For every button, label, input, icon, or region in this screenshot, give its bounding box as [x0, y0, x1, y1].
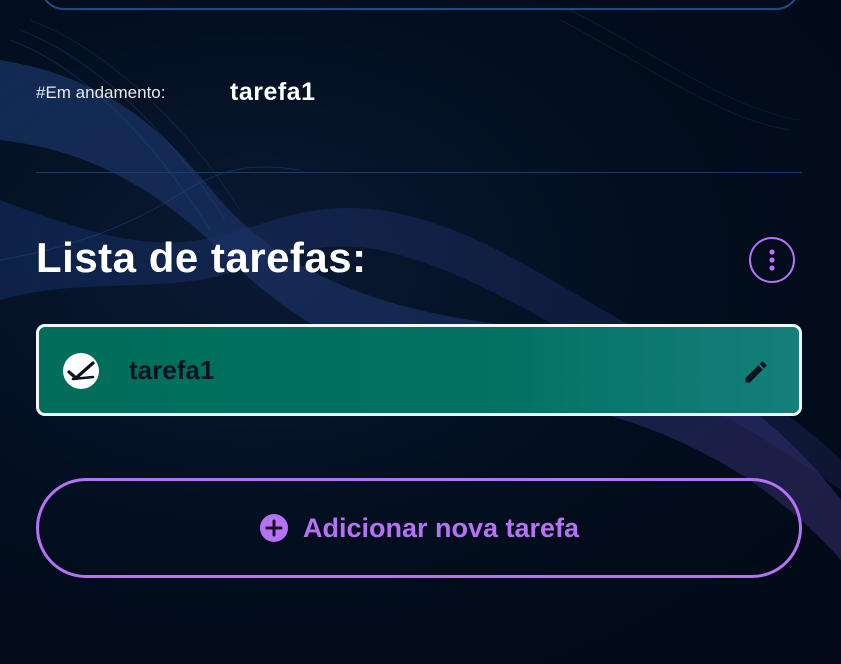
- in-progress-label: #Em andamento:: [36, 82, 166, 102]
- pencil-icon: [745, 361, 767, 383]
- in-progress-task: tarefa1: [230, 78, 316, 106]
- app-screen: #Em andamento: tarefa1 Lista de tarefas:…: [0, 0, 841, 664]
- task-list-menu-button[interactable]: [749, 237, 795, 283]
- edit-task-button[interactable]: [739, 355, 773, 389]
- task-list-title: Lista de tarefas:: [36, 234, 367, 281]
- in-progress-section: #Em andamento: tarefa1: [36, 78, 316, 107]
- task-item[interactable]: tarefa1: [36, 324, 802, 416]
- task-name: tarefa1: [129, 355, 215, 385]
- section-divider: [36, 172, 802, 173]
- add-task-label: Adicionar nova tarefa: [302, 512, 580, 543]
- plus-circle-icon: [259, 513, 289, 543]
- add-task-button[interactable]: Adicionar nova tarefa: [36, 478, 802, 578]
- task-complete-toggle[interactable]: [63, 353, 99, 389]
- check-icon: [67, 361, 95, 381]
- vertical-dots-icon: [769, 249, 775, 271]
- previous-card-edge: [40, 0, 800, 10]
